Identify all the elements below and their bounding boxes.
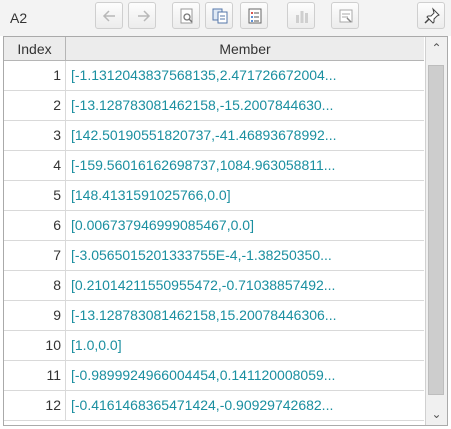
table-row[interactable]: 4 [-159.56016162698737,1084.963058811... <box>4 151 424 181</box>
scroll-down-icon[interactable]: ⌄ <box>426 403 447 425</box>
copy-icon <box>212 8 228 24</box>
table-row[interactable]: 3 [142.50190551820737,-41.46893678992... <box>4 121 424 151</box>
row-index: 4 <box>4 151 66 180</box>
forward-button[interactable] <box>128 2 156 29</box>
member-cell[interactable]: [-13.128783081462158,15.20078446306... <box>71 301 420 330</box>
copy-button[interactable] <box>205 2 233 29</box>
bar-chart-icon <box>296 11 308 23</box>
table-row[interactable]: 11 [-0.9899924966004454,0.141120008059... <box>4 361 424 391</box>
member-cell[interactable]: [148.4131591025766,0.0] <box>71 181 420 210</box>
table-row[interactable]: 5 [148.4131591025766,0.0] <box>4 181 424 211</box>
row-index: 1 <box>4 61 66 90</box>
member-cell[interactable]: [-159.56016162698737,1084.963058811... <box>71 151 420 180</box>
member-cell[interactable]: [0.21014211550955472,-0.71038857492... <box>71 271 420 300</box>
table-row[interactable]: 2 [-13.128783081462158,-15.2007844630... <box>4 91 424 121</box>
table-row[interactable]: 6 [0.006737946999085467,0.0] <box>4 211 424 241</box>
properties-icon <box>339 9 353 23</box>
cell-reference: A2 <box>10 10 28 26</box>
member-cell[interactable]: [1.0,0.0] <box>71 331 420 360</box>
scroll-up-icon[interactable]: ⌃ <box>426 37 447 59</box>
chart-button[interactable] <box>287 2 315 29</box>
table-row[interactable]: 8 [0.21014211550955472,-0.71038857492... <box>4 271 424 301</box>
pin-icon <box>424 7 440 24</box>
row-index: 6 <box>4 211 66 240</box>
pin-button[interactable] <box>417 2 445 29</box>
row-index: 5 <box>4 181 66 210</box>
row-index: 12 <box>4 391 66 420</box>
scrollbar-thumb[interactable] <box>428 65 444 395</box>
table-row[interactable]: 10 [1.0,0.0] <box>4 331 424 361</box>
result-grid: Index Member 1 [-1.1312043837568135,2.471… <box>3 36 448 426</box>
back-button[interactable] <box>95 2 123 29</box>
member-cell[interactable]: [-1.1312043837568135,2.471726672004... <box>71 61 420 90</box>
magnifier-page-icon <box>180 8 193 24</box>
table-row[interactable]: 12 [-0.4161468365471424,-0.90929742682... <box>4 391 424 421</box>
row-index: 9 <box>4 301 66 330</box>
list-button[interactable] <box>240 2 268 29</box>
row-index: 10 <box>4 331 66 360</box>
row-index: 8 <box>4 271 66 300</box>
row-index: 3 <box>4 121 66 150</box>
row-index: 2 <box>4 91 66 120</box>
column-header-member[interactable]: Member <box>66 37 424 61</box>
list-icon <box>248 8 262 24</box>
properties-button[interactable] <box>331 2 359 29</box>
toolbar: A2 <box>0 0 451 36</box>
row-index: 11 <box>4 361 66 390</box>
row-index: 7 <box>4 241 66 270</box>
vertical-scrollbar[interactable]: ⌃ ⌄ <box>425 37 447 425</box>
member-cell[interactable]: [-0.9899924966004454,0.141120008059... <box>71 361 420 390</box>
member-cell[interactable]: [0.006737946999085467,0.0] <box>71 211 420 240</box>
member-cell[interactable]: [-0.4161468365471424,-0.90929742682... <box>71 391 420 420</box>
table-rows: 1 [-1.1312043837568135,2.471726672004... … <box>4 61 424 421</box>
column-header-index[interactable]: Index <box>4 37 66 61</box>
preview-button[interactable] <box>172 2 200 29</box>
arrow-left-icon <box>102 10 115 22</box>
member-cell[interactable]: [-3.0565015201333755E-4,-1.38250350... <box>71 241 420 270</box>
table-row[interactable]: 7 [-3.0565015201333755E-4,-1.38250350... <box>4 241 424 271</box>
table-row[interactable]: 1 [-1.1312043837568135,2.471726672004... <box>4 61 424 91</box>
arrow-right-icon <box>138 10 151 22</box>
member-cell[interactable]: [142.50190551820737,-41.46893678992... <box>71 121 420 150</box>
member-cell[interactable]: [-13.128783081462158,-15.2007844630... <box>71 91 420 120</box>
table-row[interactable]: 9 [-13.128783081462158,15.20078446306... <box>4 301 424 331</box>
